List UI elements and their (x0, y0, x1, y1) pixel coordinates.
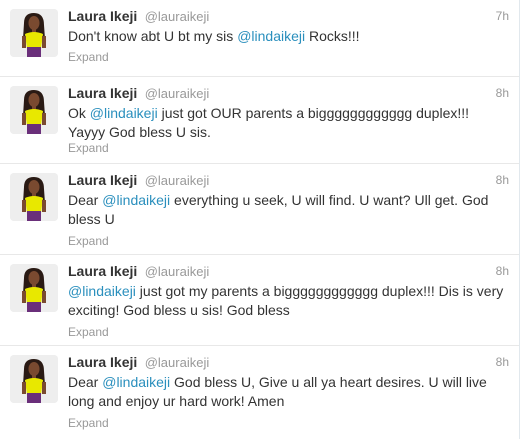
user-handle[interactable]: @lauraikeji (145, 86, 210, 101)
tweet-text-before: Ok (68, 105, 90, 121)
tweet-timestamp[interactable]: 7h (496, 9, 509, 23)
user-handle[interactable]: @lauraikeji (145, 355, 210, 370)
user-handle[interactable]: @lauraikeji (145, 9, 210, 24)
expand-link[interactable]: Expand (68, 234, 109, 248)
tweet-header: Laura Ikeji @lauraikeji 7h (68, 8, 509, 26)
tweet-item[interactable]: Laura Ikeji @lauraikeji 8h @lindaikeji j… (0, 255, 519, 346)
mention-link[interactable]: @lindaikeji (102, 192, 170, 208)
tweet-header: Laura Ikeji @lauraikeji 8h (68, 354, 509, 372)
tweet-text-before: Dear (68, 374, 103, 390)
tweet-item[interactable]: Laura Ikeji @lauraikeji 7h Don't know ab… (0, 0, 519, 77)
mention-link[interactable]: @lindaikeji (90, 105, 158, 121)
tweet-timestamp[interactable]: 8h (496, 86, 509, 100)
tweet-timestamp[interactable]: 8h (496, 355, 509, 369)
avatar[interactable] (10, 9, 58, 57)
profile-photo-icon (10, 9, 58, 57)
user-name[interactable]: Laura Ikeji (68, 263, 137, 279)
expand-link[interactable]: Expand (68, 50, 109, 64)
tweet-timestamp[interactable]: 8h (496, 173, 509, 187)
mention-link[interactable]: @lindaikeji (68, 283, 136, 299)
profile-photo-icon (10, 355, 58, 403)
tweet-text: Dear @lindaikeji God bless U, Give u all… (68, 373, 505, 411)
tweet-text: Ok @lindaikeji just got OUR parents a bi… (68, 104, 505, 142)
expand-link[interactable]: Expand (68, 416, 109, 430)
user-handle[interactable]: @lauraikeji (145, 173, 210, 188)
tweet-header: Laura Ikeji @lauraikeji 8h (68, 172, 509, 190)
user-name[interactable]: Laura Ikeji (68, 85, 137, 101)
tweet-timestamp[interactable]: 8h (496, 264, 509, 278)
mention-link[interactable]: @lindaikeji (102, 374, 170, 390)
user-name[interactable]: Laura Ikeji (68, 172, 137, 188)
avatar[interactable] (10, 173, 58, 221)
tweet-item[interactable]: Laura Ikeji @lauraikeji 8h Dear @lindaik… (0, 346, 519, 439)
avatar[interactable] (10, 264, 58, 312)
profile-photo-icon (10, 86, 58, 134)
profile-photo-icon (10, 173, 58, 221)
tweet-timeline: Laura Ikeji @lauraikeji 7h Don't know ab… (0, 0, 520, 439)
tweet-text: @lindaikeji just got my parents a bigggg… (68, 282, 505, 320)
user-name[interactable]: Laura Ikeji (68, 8, 137, 24)
tweet-item[interactable]: Laura Ikeji @lauraikeji 8h Ok @lindaikej… (0, 77, 519, 164)
tweet-text-after: Rocks!!! (305, 28, 360, 44)
user-handle[interactable]: @lauraikeji (145, 264, 210, 279)
mention-link[interactable]: @lindaikeji (237, 28, 305, 44)
tweet-text-before: Dear (68, 192, 103, 208)
tweet-text: Don't know abt U bt my sis @lindaikeji R… (68, 27, 505, 46)
tweet-item[interactable]: Laura Ikeji @lauraikeji 8h Dear @lindaik… (0, 164, 519, 255)
profile-photo-icon (10, 264, 58, 312)
expand-link[interactable]: Expand (68, 325, 109, 339)
tweet-text-before: Don't know abt U bt my sis (68, 28, 238, 44)
avatar[interactable] (10, 86, 58, 134)
tweet-header: Laura Ikeji @lauraikeji 8h (68, 263, 509, 281)
expand-link[interactable]: Expand (68, 141, 109, 155)
tweet-text: Dear @lindaikeji everything u seek, U wi… (68, 191, 505, 229)
user-name[interactable]: Laura Ikeji (68, 354, 137, 370)
avatar[interactable] (10, 355, 58, 403)
tweet-header: Laura Ikeji @lauraikeji 8h (68, 85, 509, 103)
